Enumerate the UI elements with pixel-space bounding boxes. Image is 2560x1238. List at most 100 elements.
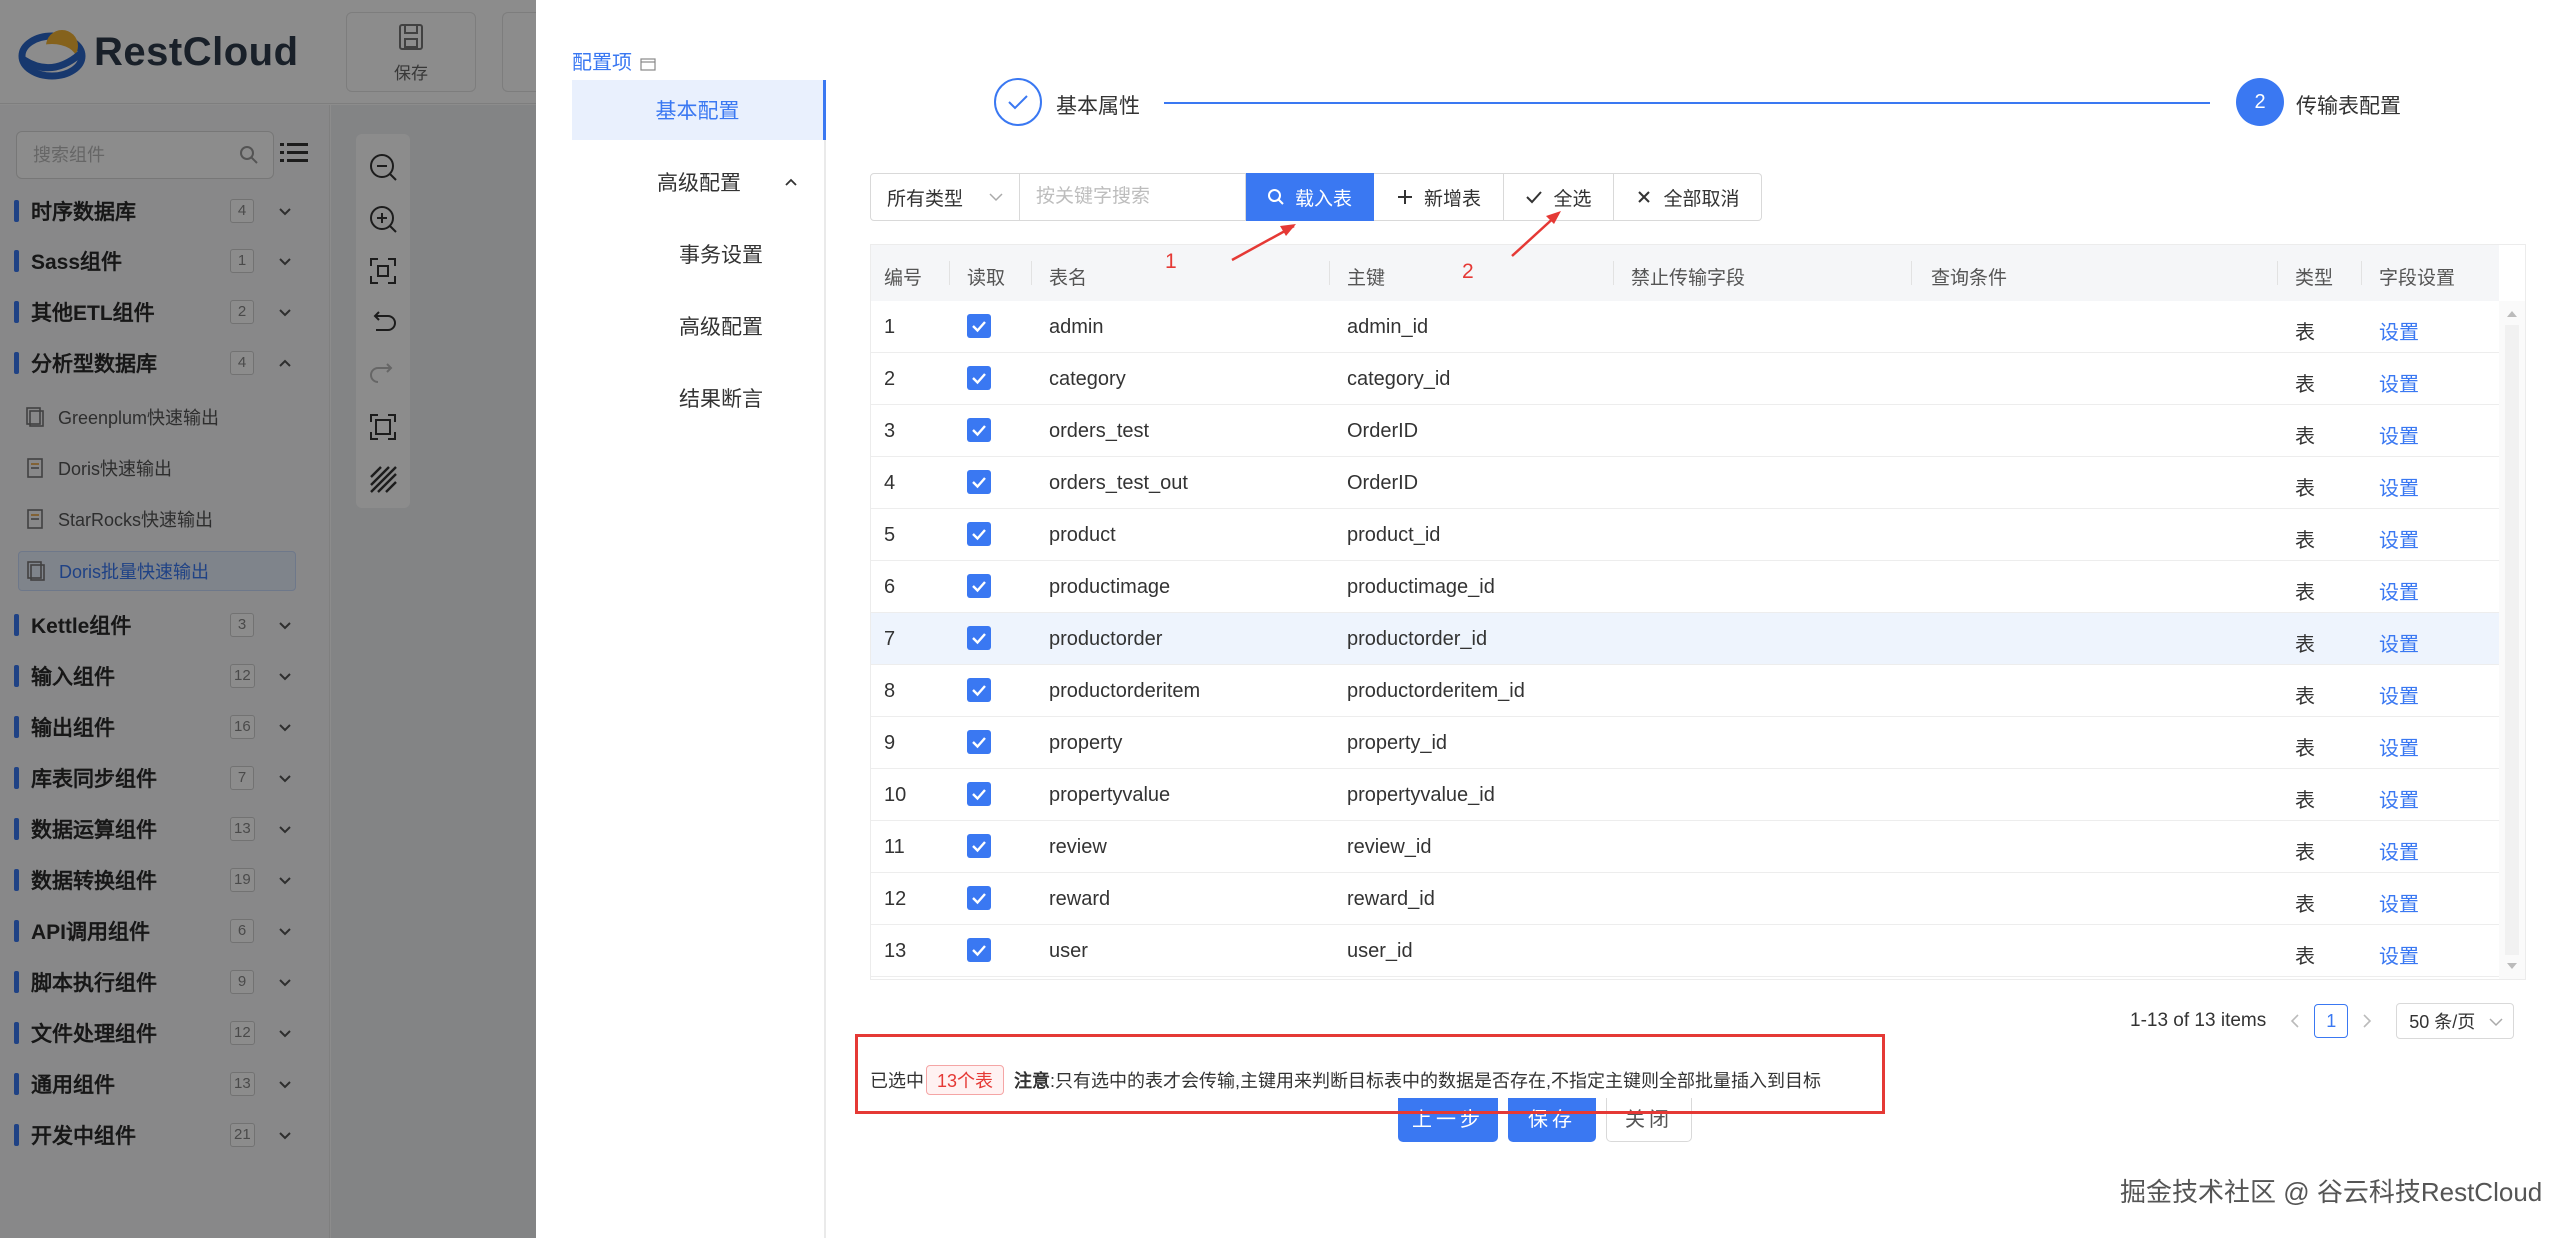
table-row[interactable]: 8 productorderitem productorderitem_id 表 设置 — [871, 665, 2499, 717]
row-type: 表 — [2295, 790, 2315, 812]
row-settings-link[interactable]: 设置 — [2379, 888, 2419, 917]
select-all-label: 全选 — [1553, 188, 1592, 210]
step-1-done[interactable] — [994, 78, 1042, 126]
annotation-number-2: 2 — [1462, 260, 1474, 283]
row-read-checkbox[interactable] — [967, 730, 991, 754]
checkbox-check-icon — [972, 581, 986, 593]
row-read-checkbox[interactable] — [967, 678, 991, 702]
row-read-checkbox[interactable] — [967, 366, 991, 390]
row-read-checkbox[interactable] — [967, 522, 991, 546]
row-read-checkbox[interactable] — [967, 834, 991, 858]
row-settings-link[interactable]: 设置 — [2379, 472, 2419, 501]
row-settings-link[interactable]: 设置 — [2379, 784, 2419, 813]
checkbox-check-icon — [972, 425, 986, 437]
new-table-button[interactable]: 新增表 — [1374, 173, 1504, 221]
row-table-name: category — [1049, 368, 1126, 390]
transfer-table: 编号 读取 表名 主键 禁止传输字段 查询条件 类型 字段设置 1 admin ad… — [870, 244, 2526, 980]
row-number: 12 — [884, 888, 907, 910]
nav-basic-config[interactable]: 基本配置 — [572, 80, 826, 140]
row-primary-key: product_id — [1347, 524, 1441, 546]
header-divider — [949, 261, 950, 285]
close-icon — [1638, 191, 1651, 203]
pagination: 1-13 of 13 items 1 50 条/页 — [2130, 1002, 2515, 1040]
table-row[interactable]: 10 propertyvalue propertyvalue_id 表 设置 — [871, 769, 2499, 821]
table-row[interactable]: 11 review review_id 表 设置 — [871, 821, 2499, 873]
row-settings-link[interactable]: 设置 — [2379, 316, 2419, 345]
row-primary-key: review_id — [1347, 836, 1432, 858]
scrollbar-thumb[interactable] — [2505, 325, 2519, 955]
cancel-all-label: 全部取消 — [1663, 188, 1740, 210]
chevron-left-icon[interactable] — [2286, 1012, 2304, 1030]
row-read-checkbox[interactable] — [967, 626, 991, 650]
col-query-condition: 查询条件 — [1931, 268, 2008, 289]
row-settings-link[interactable]: 设置 — [2379, 368, 2419, 397]
row-read-checkbox[interactable] — [967, 574, 991, 598]
table-row[interactable]: 3 orders_test OrderID 表 设置 — [871, 405, 2499, 457]
row-settings-link[interactable]: 设置 — [2379, 524, 2419, 553]
row-read-checkbox[interactable] — [967, 886, 991, 910]
nav-result-assertion[interactable]: 结果断言 — [572, 368, 826, 428]
nav-transaction-settings[interactable]: 事务设置 — [572, 224, 826, 284]
cancel-all-button[interactable]: 全部取消 — [1614, 173, 1762, 221]
row-read-checkbox[interactable] — [967, 314, 991, 338]
nav-advanced-config[interactable]: 高级配置 — [572, 152, 826, 212]
row-primary-key: propertyvalue_id — [1347, 784, 1495, 806]
step-2-current[interactable]: 2 — [2236, 78, 2284, 126]
row-settings-link[interactable]: 设置 — [2379, 836, 2419, 865]
row-settings-link[interactable]: 设置 — [2379, 420, 2419, 449]
row-primary-key: category_id — [1347, 368, 1451, 390]
table-body: 1 admin admin_id 表设置 2 category category_id 表设置… — [871, 301, 2499, 979]
modal-mask[interactable] — [0, 0, 536, 1238]
table-row[interactable]: 9 property property_id 表 设置 — [871, 717, 2499, 769]
col-field-settings: 字段设置 — [2379, 268, 2456, 289]
table-row[interactable]: 2 category category_id 表 设置 — [871, 353, 2499, 405]
col-blocked-fields: 禁止传输字段 — [1631, 268, 1746, 289]
table-row[interactable]: 12 reward reward_id 表 设置 — [871, 873, 2499, 925]
checkbox-check-icon — [972, 477, 986, 489]
row-read-checkbox[interactable] — [967, 782, 991, 806]
row-number: 6 — [884, 576, 896, 598]
type-select[interactable]: 所有类型 — [870, 173, 1020, 221]
plus-icon — [1397, 190, 1412, 204]
row-settings-link[interactable]: 设置 — [2379, 680, 2419, 709]
page-size-select[interactable]: 50 条/页 — [2396, 1003, 2515, 1039]
row-read-checkbox[interactable] — [967, 470, 991, 494]
page-number-current[interactable]: 1 — [2314, 1004, 2349, 1038]
select-all-button[interactable]: 全选 — [1504, 173, 1614, 221]
row-settings-link[interactable]: 设置 — [2379, 576, 2419, 605]
row-table-name: orders_test_out — [1049, 472, 1188, 494]
nav-advanced-sub-config[interactable]: 高级配置 — [572, 296, 826, 356]
annotation-highlight-box — [855, 1034, 1885, 1114]
row-type: 表 — [2295, 946, 2315, 968]
table-toolbar: 所有类型 载入表 新增表 全选 全部取消 — [870, 173, 1762, 221]
row-settings-link[interactable]: 设置 — [2379, 628, 2419, 657]
row-table-name: orders_test — [1049, 420, 1150, 442]
table-row[interactable]: 5 product product_id 表 设置 — [871, 509, 2499, 561]
table-row[interactable]: 7 productorder productorder_id 表 设置 — [871, 613, 2499, 665]
row-number: 4 — [884, 472, 896, 494]
table-row[interactable]: 1 admin admin_id 表 设置 — [871, 301, 2499, 353]
row-type: 表 — [2295, 426, 2315, 448]
search-icon — [1267, 189, 1284, 205]
table-row[interactable]: 13 user user_id 表 设置 — [871, 925, 2499, 977]
chevron-right-icon[interactable] — [2358, 1012, 2376, 1030]
row-number: 13 — [884, 940, 907, 962]
pagination-summary: 1-13 of 13 items — [2130, 1010, 2267, 1031]
table-row[interactable]: 6 productimage productimage_id 表 设置 — [871, 561, 2499, 613]
row-type: 表 — [2295, 686, 2315, 708]
row-read-checkbox[interactable] — [967, 938, 991, 962]
row-settings-link[interactable]: 设置 — [2379, 732, 2419, 761]
row-number: 2 — [884, 368, 896, 390]
scroll-down-icon[interactable] — [2506, 961, 2518, 971]
type-select-value: 所有类型 — [887, 188, 964, 210]
table-row[interactable]: 4 orders_test_out OrderID 表 设置 — [871, 457, 2499, 509]
row-read-checkbox[interactable] — [967, 418, 991, 442]
scroll-up-icon[interactable] — [2506, 309, 2518, 319]
header-divider — [2277, 261, 2278, 285]
load-table-button[interactable]: 载入表 — [1246, 173, 1374, 221]
step-2-label: 传输表配置 — [2296, 95, 2401, 118]
table-scrollbar[interactable] — [2499, 301, 2525, 979]
row-settings-link[interactable]: 设置 — [2379, 940, 2419, 969]
config-title: 配置项 — [572, 46, 656, 75]
keyword-search-input[interactable] — [1020, 173, 1246, 221]
